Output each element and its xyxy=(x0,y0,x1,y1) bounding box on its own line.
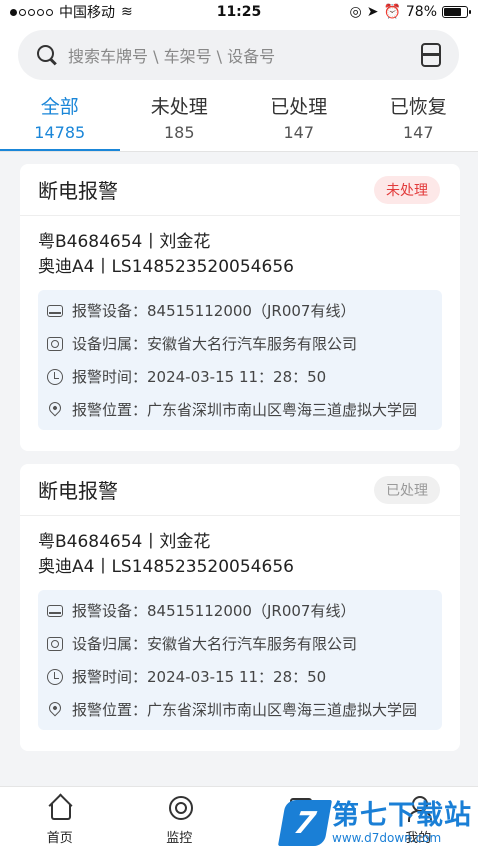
tab-label: 未处理 xyxy=(150,96,208,118)
tab-unprocessed[interactable]: 未处理 185 xyxy=(120,88,240,152)
scan-icon[interactable] xyxy=(421,43,441,67)
tab-count: 147 xyxy=(402,123,434,142)
vehicle-vin: 奥迪A4丨LS148523520054656 xyxy=(38,257,294,277)
clock-icon xyxy=(47,668,63,685)
detail-device: 报警设备：84515112000（JR007有线） xyxy=(44,294,442,327)
device-icon xyxy=(47,304,63,317)
detail-text: 报警位置：广东省深圳市南山区粤海三道虚拟大学园 xyxy=(72,401,418,419)
nav-mine[interactable]: 我的 xyxy=(359,787,478,850)
signal-icon xyxy=(10,8,53,16)
alert-card[interactable]: 断电报警 未处理 粤B4684654丨刘金花 奥迪A4丨LS1485235200… xyxy=(20,164,460,451)
plate-owner: 粤B4684654丨刘金花 xyxy=(38,232,211,252)
tab-label: 全部 xyxy=(40,96,79,118)
battery-fill xyxy=(444,8,462,16)
detail-owner: 设备归属：安徽省大名行汽车服务有限公司 xyxy=(44,327,442,360)
nav-label: 我的 xyxy=(405,831,432,846)
alert-title: 断电报警 xyxy=(38,179,118,203)
nav-label: 监控 xyxy=(166,831,193,846)
status-badge: 未处理 xyxy=(374,175,440,204)
detail-text: 报警设备：84515112000（JR007有线） xyxy=(72,602,356,620)
wifi-icon: ≋ xyxy=(121,4,133,20)
nav-report[interactable]: 报表 xyxy=(239,787,359,850)
alert-details: 报警设备：84515112000（JR007有线） 设备归属：安徽省大名行汽车服… xyxy=(38,290,442,430)
nav-label: 首页 xyxy=(46,831,73,846)
card-header: 断电报警 未处理 xyxy=(20,164,460,216)
company-icon xyxy=(47,336,63,351)
location-arrow-icon: ➤ xyxy=(366,4,379,20)
carrier-area: 中国移动 ≋ xyxy=(10,2,133,22)
nav-monitor[interactable]: 监控 xyxy=(120,787,240,850)
tab-count: 14785 xyxy=(34,123,86,142)
detail-text: 报警时间：2024-03-15 11：28：50 xyxy=(72,368,327,386)
alert-card[interactable]: 断电报警 已处理 粤B4684654丨刘金花 奥迪A4丨LS1485235200… xyxy=(20,464,460,751)
tab-label: 已恢复 xyxy=(389,96,447,118)
plate-owner: 粤B4684654丨刘金花 xyxy=(38,532,211,552)
detail-owner: 设备归属：安徽省大名行汽车服务有限公司 xyxy=(44,627,442,660)
detail-text: 报警位置：广东省深圳市南山区粤海三道虚拟大学园 xyxy=(72,701,418,719)
home-icon xyxy=(47,795,73,821)
detail-location: 报警位置：广东省深圳市南山区粤海三道虚拟大学园 xyxy=(44,393,442,426)
status-tabs: 全部 14785 未处理 185 已处理 147 已恢复 147 xyxy=(0,88,478,152)
tab-all[interactable]: 全部 14785 xyxy=(0,88,120,152)
card-header: 断电报警 已处理 xyxy=(20,464,460,516)
company-icon xyxy=(47,636,63,651)
bottom-nav: 首页 监控 报表 我的 xyxy=(0,786,478,850)
alarm-icon: ⏰ xyxy=(383,4,401,20)
search-bar[interactable]: 搜索车牌号 \ 车架号 \ 设备号 xyxy=(18,30,459,80)
battery-percent: 78% xyxy=(405,4,437,20)
location-pin-icon xyxy=(46,399,64,417)
detail-text: 报警设备：84515112000（JR007有线） xyxy=(72,302,356,320)
tab-recovered[interactable]: 已恢复 147 xyxy=(359,88,478,152)
lock-rotation-icon: ◎ xyxy=(349,4,362,20)
status-badge: 已处理 xyxy=(374,475,440,504)
device-icon xyxy=(47,604,63,617)
detail-time: 报警时间：2024-03-15 11：28：50 xyxy=(44,660,442,693)
monitor-icon xyxy=(166,795,194,821)
alert-details: 报警设备：84515112000（JR007有线） 设备归属：安徽省大名行汽车服… xyxy=(38,590,442,730)
status-bar: 中国移动 ≋ 11:25 ◎ ➤ ⏰ 78% xyxy=(0,0,478,24)
user-icon xyxy=(405,795,433,822)
tab-count: 185 xyxy=(163,123,195,142)
vehicle-info: 粤B4684654丨刘金花 奥迪A4丨LS148523520054656 xyxy=(20,516,460,580)
stats-icon xyxy=(286,795,312,822)
clock-icon xyxy=(47,368,63,385)
search-input[interactable]: 搜索车牌号 \ 车架号 \ 设备号 xyxy=(68,43,421,67)
location-pin-icon xyxy=(46,699,64,717)
detail-text: 设备归属：安徽省大名行汽车服务有限公司 xyxy=(72,335,358,353)
battery-icon xyxy=(442,6,471,18)
tab-processed[interactable]: 已处理 147 xyxy=(239,88,359,152)
tab-label: 已处理 xyxy=(270,96,328,118)
alert-title: 断电报警 xyxy=(38,479,118,503)
nav-label: 报表 xyxy=(285,831,312,846)
nav-home[interactable]: 首页 xyxy=(0,787,120,850)
detail-text: 报警时间：2024-03-15 11：28：50 xyxy=(72,668,327,686)
detail-time: 报警时间：2024-03-15 11：28：50 xyxy=(44,360,442,393)
vehicle-vin: 奥迪A4丨LS148523520054656 xyxy=(38,557,294,577)
detail-text: 设备归属：安徽省大名行汽车服务有限公司 xyxy=(72,635,358,653)
detail-device: 报警设备：84515112000（JR007有线） xyxy=(44,594,442,627)
search-icon xyxy=(36,44,58,66)
detail-location: 报警位置：广东省深圳市南山区粤海三道虚拟大学园 xyxy=(44,693,442,726)
carrier-name: 中国移动 xyxy=(59,5,115,21)
tab-count: 147 xyxy=(283,123,315,142)
vehicle-info: 粤B4684654丨刘金花 奥迪A4丨LS148523520054656 xyxy=(20,216,460,280)
header-divider xyxy=(0,151,478,152)
status-right: ◎ ➤ ⏰ 78% xyxy=(349,4,471,20)
header: 搜索车牌号 \ 车架号 \ 设备号 全部 14785 未处理 185 已处理 1… xyxy=(0,24,478,152)
